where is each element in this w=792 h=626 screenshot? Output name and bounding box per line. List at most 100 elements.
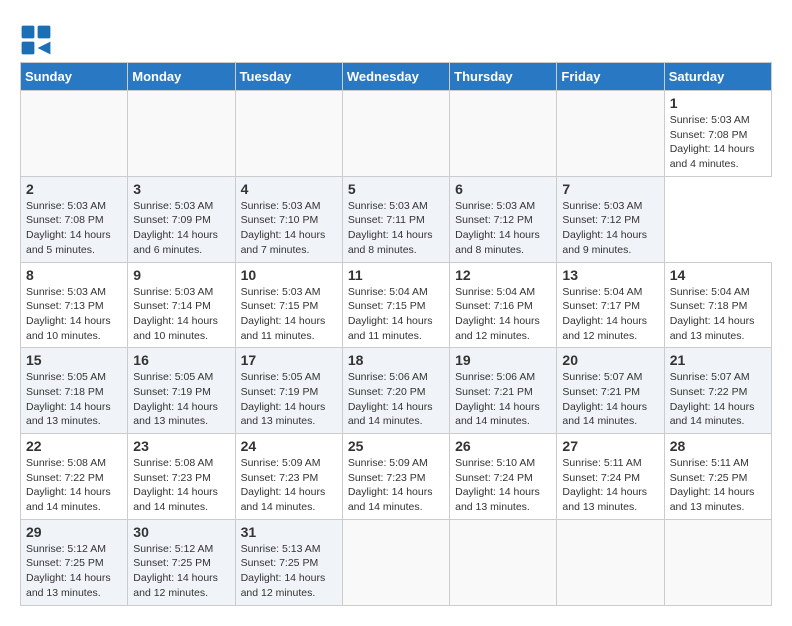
day-of-week-header: Monday — [128, 63, 235, 91]
day-info: Sunrise: 5:11 AMSunset: 7:24 PMDaylight:… — [562, 456, 658, 515]
day-number: 27 — [562, 438, 658, 454]
calendar-day-cell — [342, 91, 449, 177]
day-number: 25 — [348, 438, 444, 454]
day-info: Sunrise: 5:03 AMSunset: 7:09 PMDaylight:… — [133, 199, 229, 258]
calendar-day-cell: 18 Sunrise: 5:06 AMSunset: 7:20 PMDaylig… — [342, 348, 449, 434]
day-info: Sunrise: 5:10 AMSunset: 7:24 PMDaylight:… — [455, 456, 551, 515]
calendar-day-cell: 31 Sunrise: 5:13 AMSunset: 7:25 PMDaylig… — [235, 519, 342, 605]
calendar-day-cell: 20 Sunrise: 5:07 AMSunset: 7:21 PMDaylig… — [557, 348, 664, 434]
calendar-day-cell: 5 Sunrise: 5:03 AMSunset: 7:11 PMDayligh… — [342, 176, 449, 262]
calendar-week-row: 22 Sunrise: 5:08 AMSunset: 7:22 PMDaylig… — [21, 434, 772, 520]
calendar-week-row: 29 Sunrise: 5:12 AMSunset: 7:25 PMDaylig… — [21, 519, 772, 605]
day-info: Sunrise: 5:03 AMSunset: 7:13 PMDaylight:… — [26, 285, 122, 344]
calendar-week-row: 8 Sunrise: 5:03 AMSunset: 7:13 PMDayligh… — [21, 262, 772, 348]
day-number: 7 — [562, 181, 658, 197]
day-info: Sunrise: 5:05 AMSunset: 7:19 PMDaylight:… — [133, 370, 229, 429]
day-number: 5 — [348, 181, 444, 197]
calendar-day-cell: 24 Sunrise: 5:09 AMSunset: 7:23 PMDaylig… — [235, 434, 342, 520]
calendar-day-cell: 26 Sunrise: 5:10 AMSunset: 7:24 PMDaylig… — [450, 434, 557, 520]
day-number: 17 — [241, 352, 337, 368]
day-number: 6 — [455, 181, 551, 197]
day-number: 26 — [455, 438, 551, 454]
day-info: Sunrise: 5:08 AMSunset: 7:22 PMDaylight:… — [26, 456, 122, 515]
calendar-day-cell: 13 Sunrise: 5:04 AMSunset: 7:17 PMDaylig… — [557, 262, 664, 348]
day-number: 10 — [241, 267, 337, 283]
calendar-day-cell: 2 Sunrise: 5:03 AMSunset: 7:08 PMDayligh… — [21, 176, 128, 262]
calendar-day-cell: 12 Sunrise: 5:04 AMSunset: 7:16 PMDaylig… — [450, 262, 557, 348]
day-info: Sunrise: 5:04 AMSunset: 7:16 PMDaylight:… — [455, 285, 551, 344]
calendar-day-cell: 23 Sunrise: 5:08 AMSunset: 7:23 PMDaylig… — [128, 434, 235, 520]
calendar-day-cell: 30 Sunrise: 5:12 AMSunset: 7:25 PMDaylig… — [128, 519, 235, 605]
day-info: Sunrise: 5:03 AMSunset: 7:12 PMDaylight:… — [455, 199, 551, 258]
day-info: Sunrise: 5:13 AMSunset: 7:25 PMDaylight:… — [241, 542, 337, 601]
calendar-day-cell: 22 Sunrise: 5:08 AMSunset: 7:22 PMDaylig… — [21, 434, 128, 520]
day-number: 30 — [133, 524, 229, 540]
calendar-day-cell: 19 Sunrise: 5:06 AMSunset: 7:21 PMDaylig… — [450, 348, 557, 434]
calendar-week-row: 2 Sunrise: 5:03 AMSunset: 7:08 PMDayligh… — [21, 176, 772, 262]
day-number: 9 — [133, 267, 229, 283]
day-of-week-header: Thursday — [450, 63, 557, 91]
calendar-day-cell: 4 Sunrise: 5:03 AMSunset: 7:10 PMDayligh… — [235, 176, 342, 262]
day-number: 19 — [455, 352, 551, 368]
day-of-week-header: Sunday — [21, 63, 128, 91]
calendar-day-cell — [450, 519, 557, 605]
calendar-day-cell: 9 Sunrise: 5:03 AMSunset: 7:14 PMDayligh… — [128, 262, 235, 348]
day-number: 13 — [562, 267, 658, 283]
calendar-day-cell — [21, 91, 128, 177]
day-info: Sunrise: 5:03 AMSunset: 7:11 PMDaylight:… — [348, 199, 444, 258]
day-info: Sunrise: 5:03 AMSunset: 7:14 PMDaylight:… — [133, 285, 229, 344]
day-info: Sunrise: 5:11 AMSunset: 7:25 PMDaylight:… — [670, 456, 766, 515]
day-info: Sunrise: 5:12 AMSunset: 7:25 PMDaylight:… — [26, 542, 122, 601]
calendar-day-cell: 10 Sunrise: 5:03 AMSunset: 7:15 PMDaylig… — [235, 262, 342, 348]
day-info: Sunrise: 5:09 AMSunset: 7:23 PMDaylight:… — [348, 456, 444, 515]
calendar-day-cell — [664, 519, 771, 605]
day-number: 18 — [348, 352, 444, 368]
calendar-day-cell — [342, 519, 449, 605]
page-header — [20, 20, 772, 56]
calendar-day-cell: 6 Sunrise: 5:03 AMSunset: 7:12 PMDayligh… — [450, 176, 557, 262]
calendar-day-cell: 28 Sunrise: 5:11 AMSunset: 7:25 PMDaylig… — [664, 434, 771, 520]
calendar-day-cell — [128, 91, 235, 177]
day-info: Sunrise: 5:03 AMSunset: 7:12 PMDaylight:… — [562, 199, 658, 258]
day-number: 31 — [241, 524, 337, 540]
calendar-day-cell — [557, 91, 664, 177]
calendar-day-cell: 21 Sunrise: 5:07 AMSunset: 7:22 PMDaylig… — [664, 348, 771, 434]
day-number: 3 — [133, 181, 229, 197]
calendar-day-cell: 15 Sunrise: 5:05 AMSunset: 7:18 PMDaylig… — [21, 348, 128, 434]
calendar-day-cell: 11 Sunrise: 5:04 AMSunset: 7:15 PMDaylig… — [342, 262, 449, 348]
day-number: 29 — [26, 524, 122, 540]
day-number: 15 — [26, 352, 122, 368]
day-info: Sunrise: 5:09 AMSunset: 7:23 PMDaylight:… — [241, 456, 337, 515]
day-info: Sunrise: 5:03 AMSunset: 7:10 PMDaylight:… — [241, 199, 337, 258]
day-info: Sunrise: 5:06 AMSunset: 7:21 PMDaylight:… — [455, 370, 551, 429]
calendar-day-cell: 27 Sunrise: 5:11 AMSunset: 7:24 PMDaylig… — [557, 434, 664, 520]
day-info: Sunrise: 5:07 AMSunset: 7:21 PMDaylight:… — [562, 370, 658, 429]
day-number: 22 — [26, 438, 122, 454]
day-info: Sunrise: 5:07 AMSunset: 7:22 PMDaylight:… — [670, 370, 766, 429]
day-number: 14 — [670, 267, 766, 283]
day-number: 12 — [455, 267, 551, 283]
calendar-day-cell: 29 Sunrise: 5:12 AMSunset: 7:25 PMDaylig… — [21, 519, 128, 605]
day-info: Sunrise: 5:05 AMSunset: 7:18 PMDaylight:… — [26, 370, 122, 429]
calendar-day-cell: 14 Sunrise: 5:04 AMSunset: 7:18 PMDaylig… — [664, 262, 771, 348]
day-number: 16 — [133, 352, 229, 368]
calendar-day-cell: 7 Sunrise: 5:03 AMSunset: 7:12 PMDayligh… — [557, 176, 664, 262]
calendar-day-cell: 16 Sunrise: 5:05 AMSunset: 7:19 PMDaylig… — [128, 348, 235, 434]
day-of-week-header: Tuesday — [235, 63, 342, 91]
day-info: Sunrise: 5:03 AMSunset: 7:08 PMDaylight:… — [26, 199, 122, 258]
calendar-day-cell: 17 Sunrise: 5:05 AMSunset: 7:19 PMDaylig… — [235, 348, 342, 434]
day-number: 11 — [348, 267, 444, 283]
day-number: 1 — [670, 95, 766, 111]
day-info: Sunrise: 5:08 AMSunset: 7:23 PMDaylight:… — [133, 456, 229, 515]
calendar-day-cell — [235, 91, 342, 177]
day-info: Sunrise: 5:12 AMSunset: 7:25 PMDaylight:… — [133, 542, 229, 601]
day-number: 24 — [241, 438, 337, 454]
calendar-day-cell: 1 Sunrise: 5:03 AMSunset: 7:08 PMDayligh… — [664, 91, 771, 177]
day-number: 23 — [133, 438, 229, 454]
logo — [20, 24, 56, 56]
day-of-week-header: Friday — [557, 63, 664, 91]
day-number: 28 — [670, 438, 766, 454]
day-info: Sunrise: 5:03 AMSunset: 7:15 PMDaylight:… — [241, 285, 337, 344]
day-number: 21 — [670, 352, 766, 368]
calendar-week-row: 1 Sunrise: 5:03 AMSunset: 7:08 PMDayligh… — [21, 91, 772, 177]
